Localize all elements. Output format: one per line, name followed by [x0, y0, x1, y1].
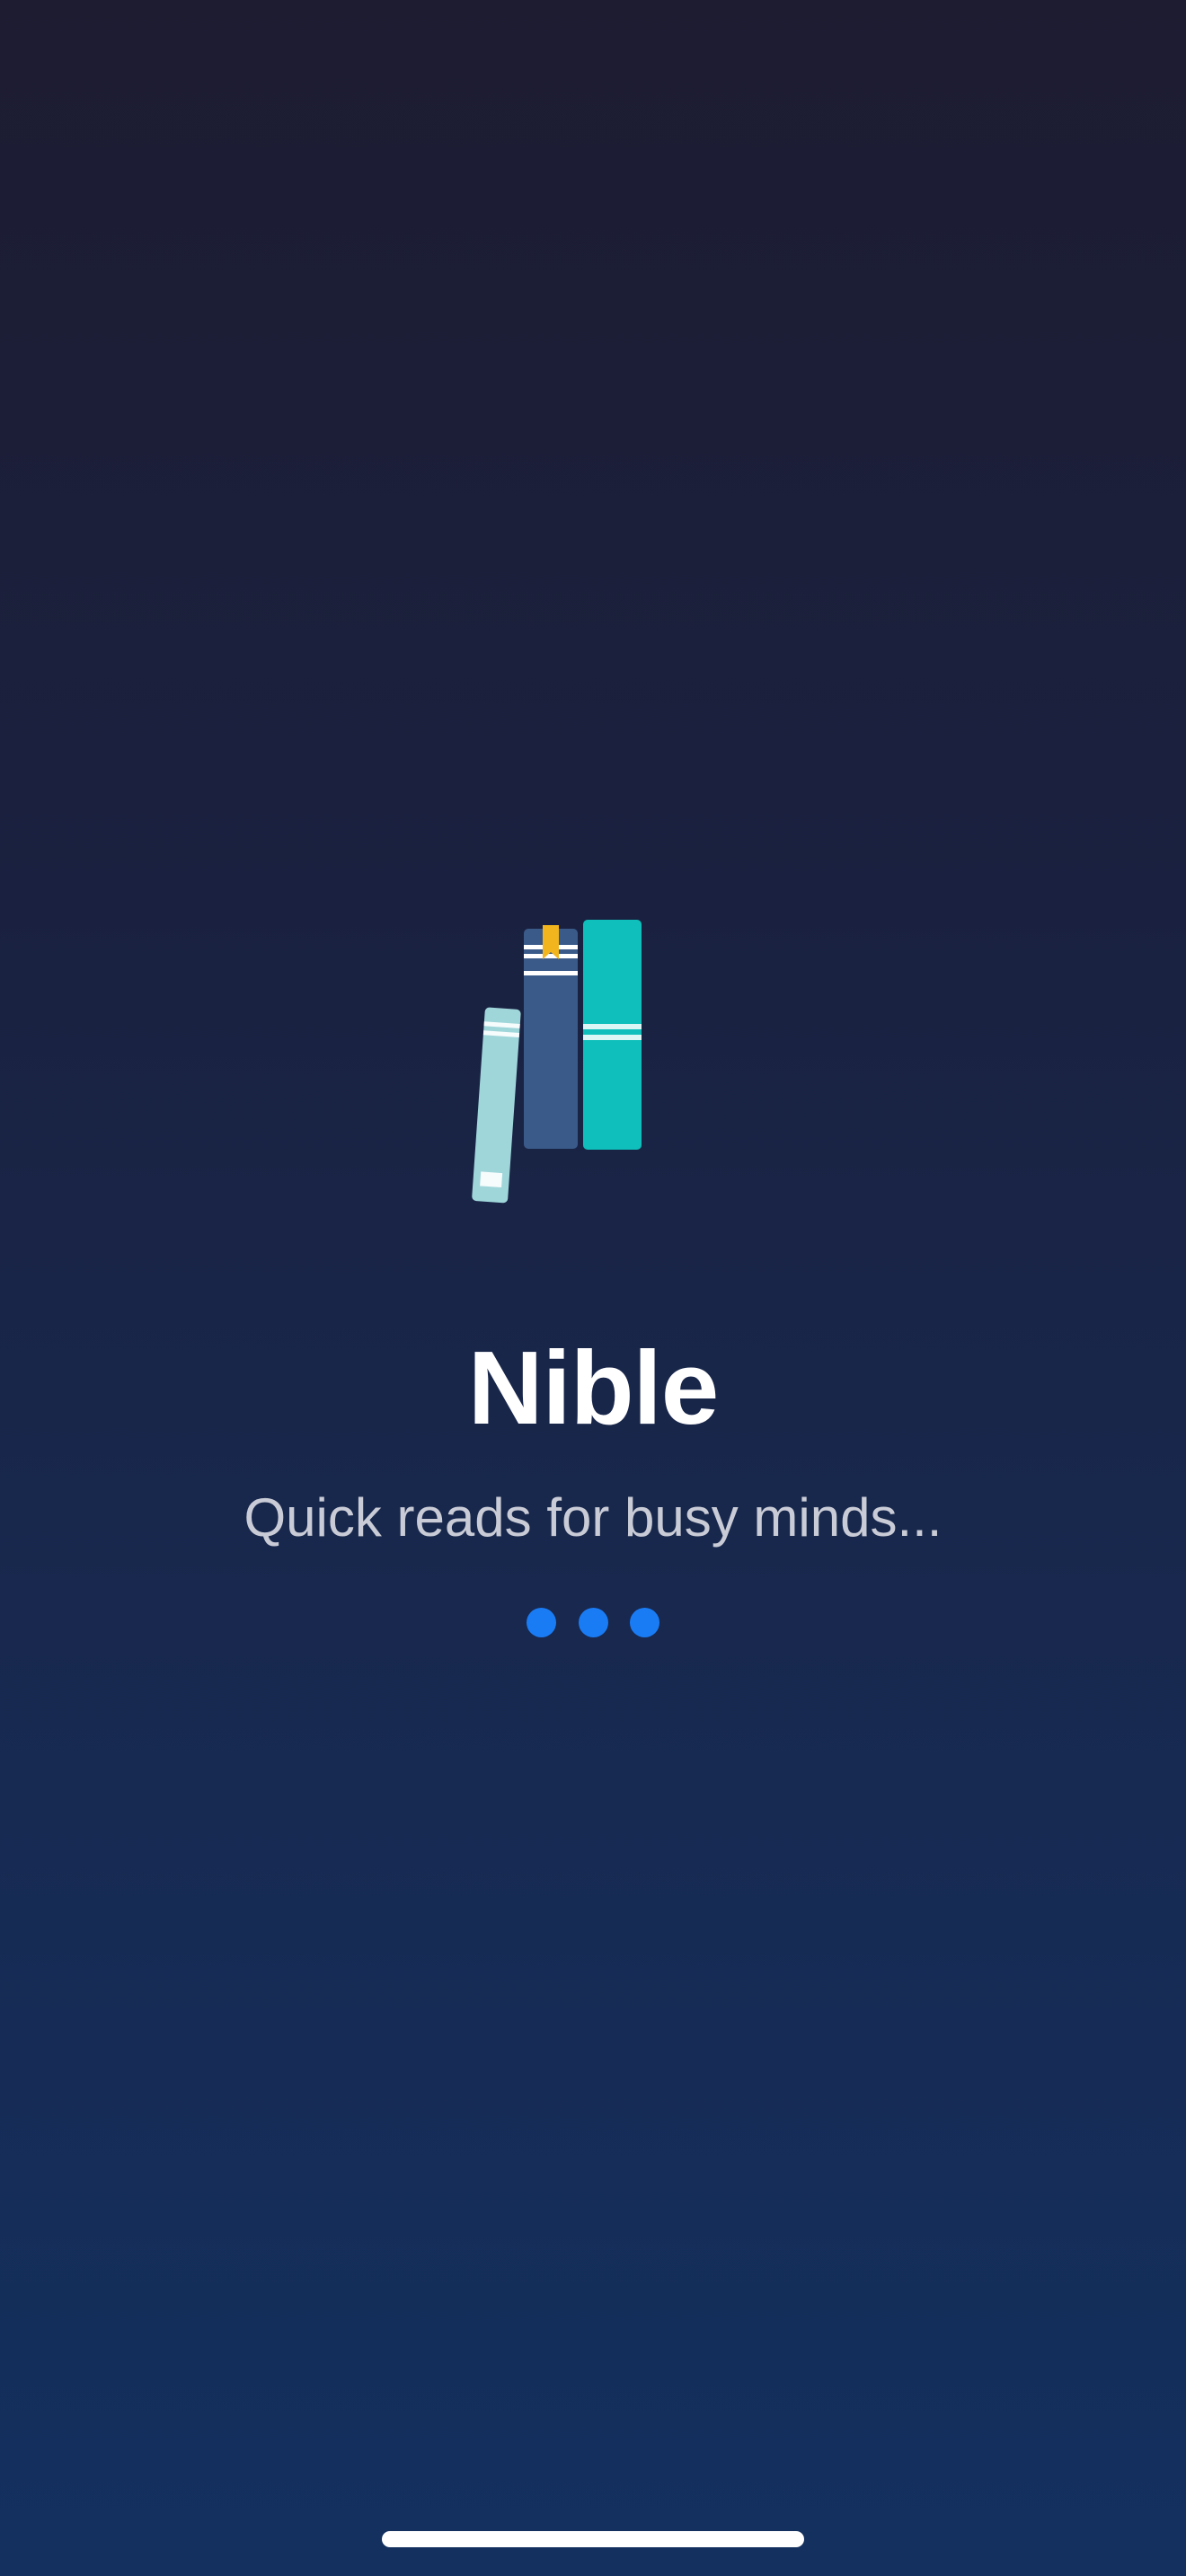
loading-indicator [527, 1606, 659, 1638]
loading-dot [630, 1607, 659, 1637]
left-book [472, 1007, 521, 1204]
loading-dot [578, 1607, 608, 1637]
loading-dot [527, 1607, 556, 1637]
books-stack-icon [472, 920, 642, 1204]
splash-screen: Nible Quick reads for busy minds... [0, 0, 1186, 2576]
home-indicator[interactable] [382, 2531, 804, 2547]
app-title: Nible [467, 1329, 720, 1446]
middle-book [524, 925, 578, 1149]
app-tagline: Quick reads for busy minds... [243, 1487, 943, 1548]
right-book [583, 920, 642, 1150]
